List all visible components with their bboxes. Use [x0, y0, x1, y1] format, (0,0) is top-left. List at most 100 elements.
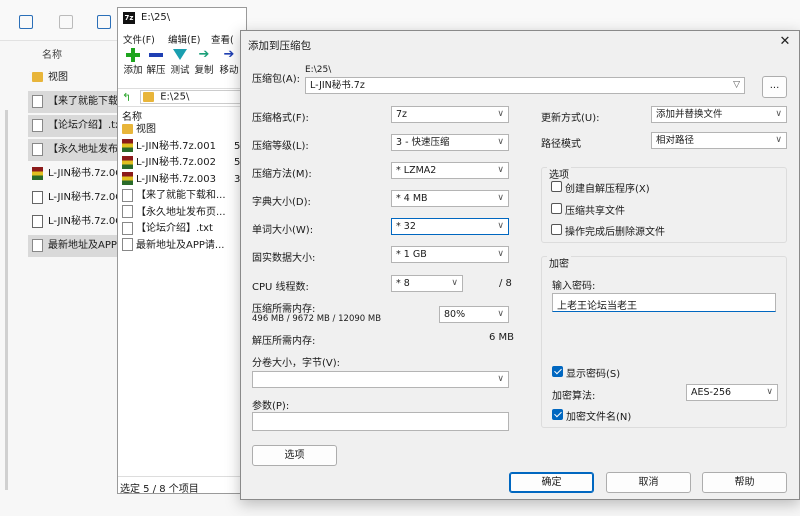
document-icon [32, 238, 43, 252]
zip-list-row[interactable]: L-JIN秘书.7z.00152 [120, 139, 244, 155]
encrypt-names-checkbox[interactable] [552, 409, 563, 420]
mem-decomp-value: 6 MB [489, 332, 515, 343]
params-input[interactable] [252, 412, 509, 431]
zip-list-row[interactable]: 视图 [120, 122, 244, 138]
split-label: 分卷大小，字节(V): [252, 358, 341, 369]
password-input[interactable]: 上老王论坛当老王 [552, 293, 776, 312]
chevron-down-icon: ∨ [497, 221, 504, 231]
threads-combo[interactable]: * 8 ∨ [391, 275, 463, 292]
chevron-down-icon: ▽ [733, 80, 740, 90]
zip-list-row[interactable]: 【论坛介绍】.txt [120, 221, 244, 237]
split-combo[interactable]: ∨ [252, 371, 509, 388]
zip-menu-view[interactable]: 查看( [211, 32, 234, 46]
format-combo[interactable]: 7z ∨ [391, 106, 509, 123]
move-arrow-icon: ➔ [223, 47, 235, 62]
browse-button[interactable]: ... [762, 76, 787, 98]
enc-method-combo[interactable]: AES-256 ∨ [686, 384, 778, 401]
7zip-file-manager-window: 7z E:\25\ 文件(F) 编辑(E) 查看( 添加 解压 测试 ➔ 复制 … [117, 7, 247, 495]
chevron-down-icon: ∨ [497, 249, 504, 259]
show-password-checkbox[interactable] [552, 366, 563, 377]
zip-list-row[interactable]: L-JIN秘书.7z.00337 [120, 172, 244, 188]
sfx-checkbox[interactable] [551, 181, 562, 192]
solid-value: * 1 GB [396, 249, 427, 260]
explorer-scrollbar[interactable] [5, 110, 8, 490]
zip-list-row[interactable]: 最新地址及APP请... [120, 238, 244, 254]
options-group: 选项 创建自解压程序(X) 压缩共享文件 操作完成后删除源文件 [541, 166, 787, 243]
minus-icon [149, 53, 163, 57]
explorer-list-item[interactable]: L-JIN秘书.7z.0C [28, 163, 120, 185]
cancel-button[interactable]: 取消 [606, 472, 691, 493]
copy-button[interactable]: ➔ 复制 [194, 48, 214, 77]
mem-percent-combo[interactable]: 80% ∨ [439, 306, 509, 323]
zip-file-list[interactable]: 视图L-JIN秘书.7z.00152L-JIN秘书.7z.00252L-JIN秘… [118, 122, 246, 472]
delete-checkbox[interactable] [551, 224, 562, 235]
zip-status-text: 选定 5 / 8 个项目 [120, 484, 199, 495]
chevron-down-icon: ∨ [497, 193, 504, 203]
method-label: 压缩方法(M): [252, 169, 312, 180]
explorer-item-name: L-JIN秘书.7z.0C [48, 192, 120, 203]
explorer-list-item[interactable]: 【永久地址发布 [28, 139, 120, 161]
zip-row-name: 视图 [136, 124, 156, 135]
zip-row-name: 【论坛介绍】.txt [136, 223, 213, 234]
zip-address-bar: ↰ E:\25\ [118, 88, 246, 107]
explorer-column-name[interactable]: 名称 [42, 46, 62, 61]
zip-list-row[interactable]: 【来了就能下载和... [120, 188, 244, 204]
chevron-down-icon: ∨ [497, 374, 504, 384]
zip-title: E:\25\ [141, 12, 171, 23]
zip-list-row[interactable]: L-JIN秘书.7z.00252 [120, 155, 244, 171]
level-combo[interactable]: 3 - 快速压缩 ∨ [391, 134, 509, 151]
zip-column-name[interactable]: 名称 [122, 108, 142, 123]
mem-comp-label: 压缩所需内存: [252, 304, 316, 315]
word-value: * 32 [396, 221, 416, 232]
document-icon [122, 205, 133, 218]
archive-icon [32, 166, 43, 180]
explorer-list-item[interactable]: L-JIN秘书.7z.0C [28, 211, 120, 233]
folder-icon [32, 72, 43, 82]
zip-toolbar: 添加 解压 测试 ➔ 复制 ➔ 移动 [121, 48, 245, 84]
options-button[interactable]: 选项 [252, 445, 337, 466]
extract-label: 解压 [146, 65, 166, 76]
zip-list-row[interactable]: 【永久地址发布页... [120, 205, 244, 221]
level-label: 压缩等级(L): [252, 141, 309, 152]
explorer-list-item[interactable]: 【来了就能下载 [28, 91, 120, 113]
archive-name-combo[interactable]: L-JIN秘书.7z ▽ [305, 77, 745, 94]
test-button[interactable]: 测试 [170, 48, 190, 76]
zip-row-name: L-JIN秘书.7z.003 [136, 173, 216, 185]
ok-button[interactable]: 确定 [509, 472, 594, 493]
chevron-down-icon: ∨ [497, 109, 504, 119]
explorer-list-item[interactable]: 【论坛介绍】.tx [28, 115, 120, 137]
add-button[interactable]: 添加 [123, 48, 143, 76]
extract-button[interactable]: 解压 [146, 48, 166, 76]
zip-menu-edit[interactable]: 编辑(E) [168, 32, 200, 46]
chevron-down-icon: ∨ [775, 109, 782, 119]
rename-icon[interactable] [97, 15, 111, 29]
explorer-list-item[interactable]: 视图 [28, 67, 120, 89]
zip-menu-file[interactable]: 文件(F) [123, 32, 155, 46]
move-button[interactable]: ➔ 移动 [218, 47, 240, 77]
zip-path-input[interactable]: E:\25\ [140, 90, 246, 104]
chevron-down-icon: ∨ [451, 278, 458, 288]
document-icon [122, 238, 133, 251]
archive-name-value: L-JIN秘书.7z [310, 80, 365, 91]
shared-checkbox[interactable] [551, 203, 562, 214]
explorer-list-item[interactable]: 最新地址及APP [28, 235, 120, 257]
word-combo[interactable]: * 32 ∨ [391, 218, 509, 235]
up-folder-icon[interactable]: ↰ [122, 91, 131, 104]
zip-path-text: E:\25\ [160, 91, 190, 103]
dict-combo[interactable]: * 4 MB ∨ [391, 190, 509, 207]
zip-row-name: 【来了就能下载和... [136, 190, 226, 201]
explorer-item-name: 【来了就能下载 [48, 96, 118, 107]
copy-icon[interactable] [19, 15, 33, 29]
paste-icon[interactable] [59, 15, 73, 29]
dict-value: * 4 MB [396, 193, 428, 204]
solid-combo[interactable]: * 1 GB ∨ [391, 246, 509, 263]
pathmode-combo[interactable]: 相对路径 ∨ [651, 132, 787, 149]
close-icon[interactable]: ✕ [776, 33, 794, 51]
folder-icon [143, 92, 154, 102]
method-combo[interactable]: * LZMA2 ∨ [391, 162, 509, 179]
update-combo[interactable]: 添加并替换文件 ∨ [651, 106, 787, 123]
explorer-list-item[interactable]: L-JIN秘书.7z.0C [28, 187, 120, 209]
document-icon [32, 118, 43, 132]
help-button[interactable]: 帮助 [702, 472, 787, 493]
show-password-label: 显示密码(S) [566, 369, 621, 380]
